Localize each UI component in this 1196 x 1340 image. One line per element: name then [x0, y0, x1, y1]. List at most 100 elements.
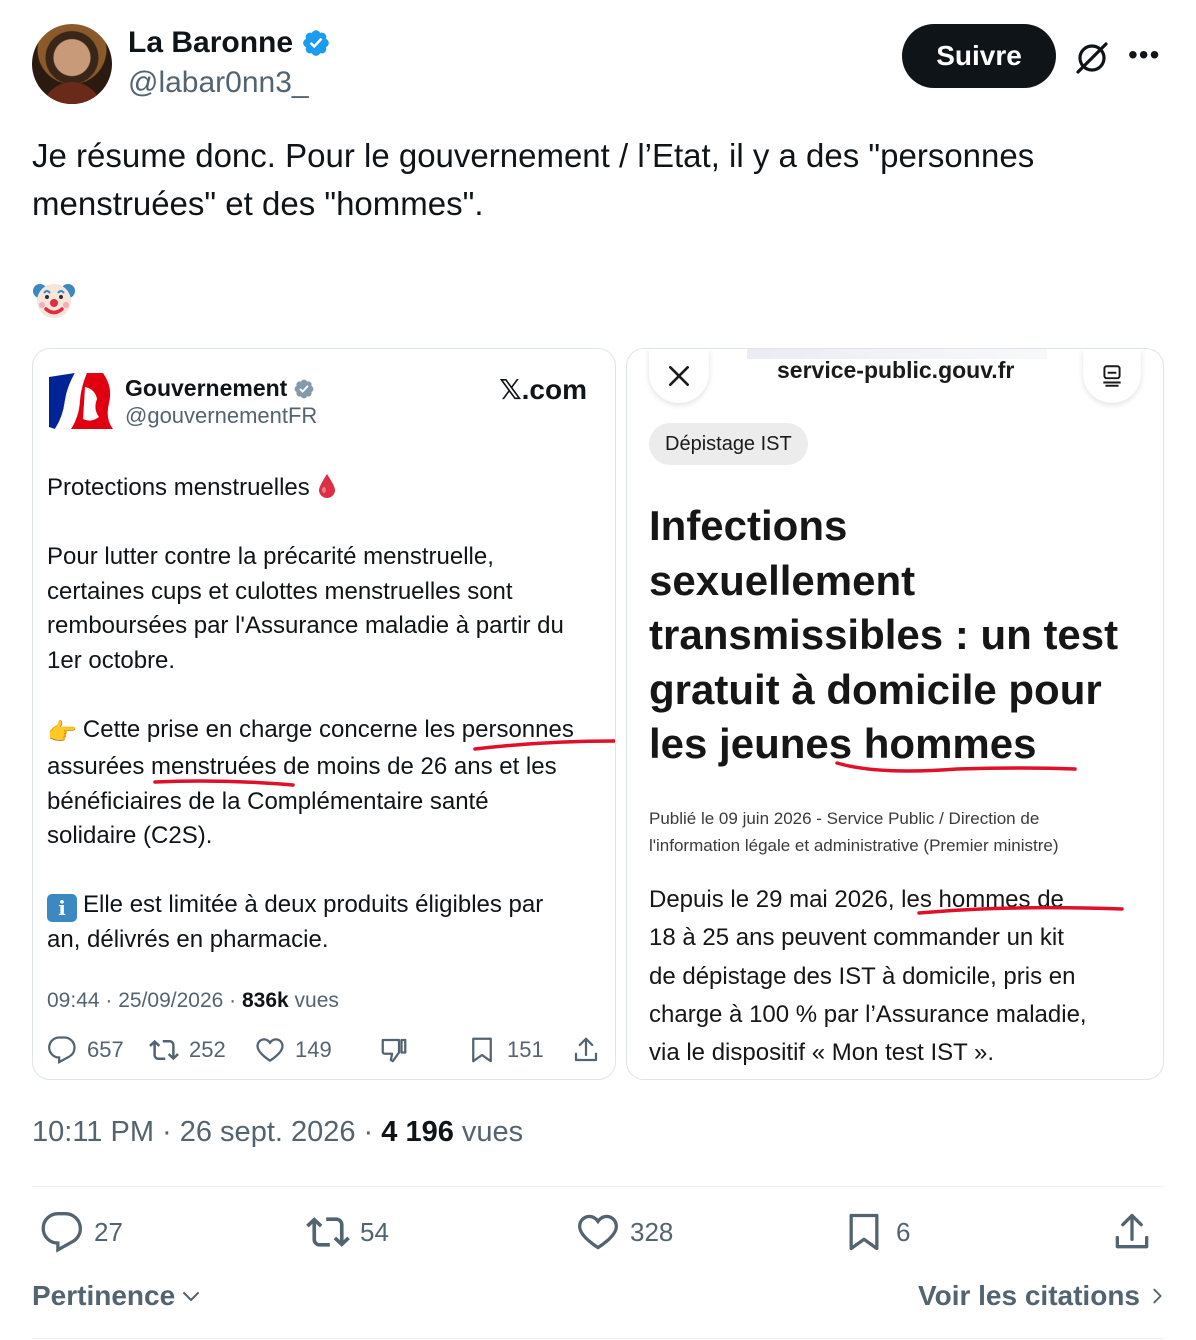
embedded-views-label: vues: [288, 989, 339, 1012]
blood-drop-icon: [318, 474, 335, 498]
embedded-line: Pour lutter contre la précarité menstrue…: [47, 543, 494, 570]
embedded-line: i Elle est limitée à deux produits éligib…: [47, 888, 607, 923]
article-body-line: charge à 100 % par l’Assurance maladie,: [649, 1000, 1087, 1028]
embedded-bookmark: 151: [467, 1035, 544, 1065]
sort-dropdown[interactable]: Pertinence: [32, 1280, 203, 1312]
author-name-row[interactable]: La Baronne: [128, 26, 331, 60]
article-body-line: de dépistage des IST à domicile, pris en: [649, 962, 1076, 990]
embedded-action-bar: 657 252 149 151: [47, 1035, 603, 1071]
published-line: l'information légale et administrative (…: [649, 836, 1059, 855]
gouvernement-logo-icon: [49, 372, 113, 430]
tweet-text-line: Je résume donc. Pour le gouvernement / l…: [32, 137, 1035, 174]
reply-count: 27: [94, 1216, 123, 1247]
divider: [32, 1186, 1164, 1187]
clown-face-icon: [33, 284, 75, 318]
media-image-government-tweet[interactable]: Gouvernement @gouvernementFR 𝕏.com Prote…: [32, 348, 616, 1080]
tweet-timestamp: 10:11 PM · 26 sept. 2026 · 4 196 vues: [32, 1116, 523, 1149]
article-title-line: les jeunes hommes: [649, 720, 1037, 767]
information-icon: i: [47, 894, 77, 922]
embedded-like: 149: [255, 1035, 332, 1065]
article-title: Infections sexuellement transmissibles :…: [649, 499, 1159, 772]
more-options-icon[interactable]: •••: [1128, 41, 1160, 69]
embedded-line: solidaire (C2S).: [47, 822, 213, 849]
embedded-line: an, délivrés en pharmacie.: [47, 925, 329, 953]
close-icon: [669, 366, 689, 386]
article-title-line: gratuit à domicile pour: [649, 665, 1102, 713]
topic-tag: Dépistage IST: [649, 423, 808, 465]
heart-icon: [578, 1214, 618, 1250]
avatar[interactable]: [32, 24, 112, 104]
embedded-author-row: Gouvernement: [125, 375, 315, 402]
gray-verified-badge-icon: [294, 379, 314, 398]
share-button[interactable]: [1110, 1210, 1154, 1254]
document-icon: [1103, 365, 1121, 387]
embedded-tweet-meta: 09:44 · 25/09/2026 · 836k vues: [47, 989, 339, 1013]
bookmark-icon: [472, 1037, 492, 1063]
like-count: 328: [630, 1216, 674, 1247]
embedded-author-handle: @gouvernementFR: [125, 403, 318, 428]
embedded-line: 👉 Cette prise en charge concerne les pers…: [47, 713, 607, 751]
view-quotes-link[interactable]: Voir les citations: [918, 1280, 1168, 1312]
page-url: service-public.gouv.fr: [777, 357, 1015, 383]
share-icon: [574, 1037, 598, 1062]
tweet-text: Je résume donc. Pour le gouvernement / l…: [32, 132, 1152, 228]
grok-icon[interactable]: [1072, 38, 1112, 78]
dislike-icon: [381, 1038, 407, 1063]
follow-button[interactable]: Suivre: [902, 24, 1056, 88]
retweet-count: 54: [360, 1216, 389, 1247]
author-name[interactable]: La Baronne: [128, 26, 293, 60]
embedded-like-count: 149: [295, 1037, 332, 1062]
bookmark-button[interactable]: 6: [842, 1210, 910, 1254]
tweet-time[interactable]: 10:11 PM · 26 sept. 2026 ·: [32, 1116, 381, 1148]
article-title-line: Infections: [649, 502, 848, 549]
bookmark-icon: [849, 1213, 879, 1251]
retweet-icon: [306, 1217, 350, 1247]
chevron-down-icon: [183, 1292, 200, 1301]
reply-icon: [41, 1212, 83, 1253]
embedded-author-name: Gouvernement: [125, 375, 288, 401]
author-handle[interactable]: @labar0nn3_: [128, 66, 309, 100]
divider: [32, 1338, 1164, 1339]
embedded-retweet-count: 252: [189, 1037, 226, 1062]
embedded-retweet: 252: [149, 1035, 226, 1065]
tweet-views-label: vues: [453, 1116, 524, 1148]
x-com-logo: 𝕏.com: [499, 374, 587, 405]
embedded-time: 09:44 · 25/09/2026 ·: [47, 989, 242, 1012]
embedded-title-line: Protections menstruelles: [47, 471, 607, 506]
like-button[interactable]: 328: [576, 1210, 673, 1254]
article-title-line: transmissibles : un test: [649, 611, 1119, 658]
article-body: Depuis le 29 mai 2026, les hommes de 18 …: [649, 881, 1149, 1072]
embedded-reply-count: 657: [87, 1037, 124, 1062]
embedded-reply: 657: [47, 1035, 124, 1065]
embedded-line-text: Cette prise en charge concerne les perso…: [82, 715, 574, 743]
pointing-hand-icon: 👉: [47, 718, 77, 746]
embedded-line: 1er octobre.: [47, 646, 176, 674]
verified-badge-icon: [303, 30, 329, 56]
page-menu-button: [1083, 349, 1141, 403]
reply-icon: [48, 1036, 76, 1065]
embedded-line: remboursées par l'Assurance maladie à pa…: [47, 612, 564, 639]
tweet-text-line: menstruées" et des "hommes".: [32, 185, 484, 222]
embedded-tweet-text: Protections menstruelles Pour lutter con…: [47, 471, 607, 957]
embedded-line: certaines cups et culottes menstruelles …: [47, 577, 513, 605]
published-line: Publié le 09 juin 2026 - Service Public …: [649, 809, 1040, 828]
article-body-line: Depuis le 29 mai 2026, les hommes de: [649, 886, 1064, 913]
embedded-bookmark-count: 151: [507, 1037, 544, 1062]
article-title-line: sexuellement: [649, 556, 916, 604]
article-published-info: Publié le 09 juin 2026 - Service Public …: [649, 805, 1149, 859]
chevron-right-icon: [1153, 1288, 1162, 1304]
retweet-button[interactable]: 54: [306, 1210, 389, 1254]
embedded-dislike: [379, 1035, 409, 1065]
tweet-views-count: 4 196: [381, 1116, 454, 1148]
media-image-service-public[interactable]: service-public.gouv.fr Dépistage IST Inf…: [626, 348, 1164, 1080]
quotes-label: Voir les citations: [918, 1280, 1140, 1311]
article-body-line: 18 à 25 ans peuvent commander un kit: [649, 924, 1064, 952]
embedded-views-count: 836k: [241, 989, 289, 1012]
reply-button[interactable]: 27: [40, 1210, 123, 1254]
sort-label: Pertinence: [32, 1280, 176, 1311]
article-body-line: via le dispositif « Mon test IST ».: [649, 1039, 995, 1067]
heart-icon: [256, 1038, 284, 1062]
bookmark-count: 6: [896, 1216, 911, 1247]
embedded-line: bénéficiaires de la Complémentaire santé: [47, 787, 489, 815]
embedded-share: [571, 1035, 601, 1065]
